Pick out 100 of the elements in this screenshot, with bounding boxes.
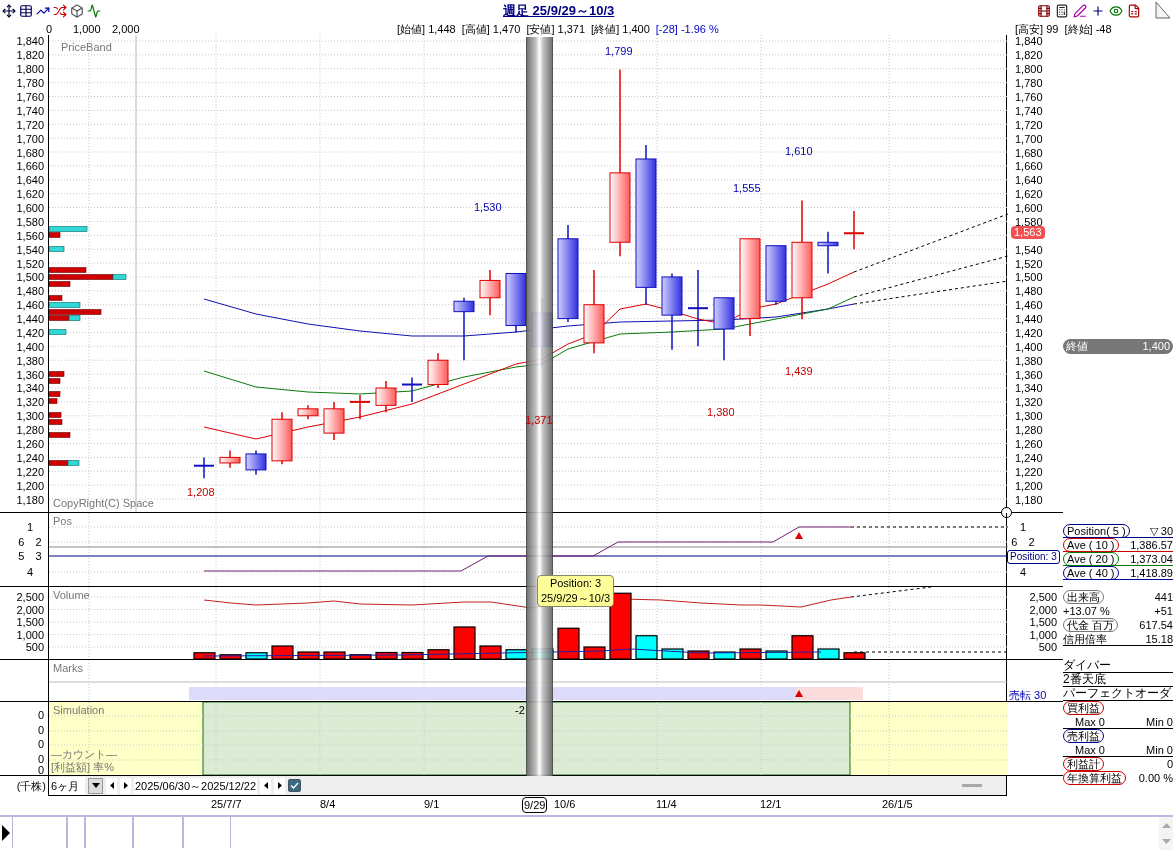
candlestick (271, 412, 293, 466)
page-corner-icon[interactable] (1155, 1, 1171, 19)
position-axis-label: 4 (25, 566, 35, 579)
checkbox[interactable] (288, 779, 302, 793)
line-chart-icon[interactable] (87, 3, 101, 18)
position-axis-label: 1 (25, 521, 35, 534)
signal-label: 売転 30 (1009, 688, 1047, 704)
price-axis-label: 1,680 (16, 146, 44, 159)
candlestick (297, 405, 319, 421)
min-value: Min 0 (1146, 715, 1173, 729)
candlestick (219, 450, 241, 470)
next-button[interactable] (274, 778, 286, 794)
quote-value: [高値] 1,470 (461, 21, 521, 36)
date-label[interactable]: 12/1 (760, 797, 782, 812)
close-value: 1,400 (1142, 339, 1170, 355)
price-axis-label: 1,740 (16, 104, 44, 117)
price-band-bar (49, 246, 65, 253)
volume-axis-label: 2,000 (16, 604, 44, 616)
pen-icon[interactable] (1073, 3, 1087, 18)
average-value: 1,386.57 (1130, 537, 1173, 553)
price-axis-label: 1,380 (1015, 354, 1043, 367)
price-axis-label: 1,520 (1015, 257, 1043, 270)
price-axis-label: 1,840 (1015, 35, 1043, 48)
price-axis-label: 1,760 (16, 91, 44, 103)
candlestick (427, 353, 449, 390)
chart-title: 週足 25/9/29～10/3 (503, 2, 615, 21)
date-label[interactable]: 9/29 (522, 797, 548, 814)
candlestick (817, 231, 839, 275)
left-arrow-icon (263, 782, 268, 790)
max-value: Max 0 (1075, 715, 1105, 729)
price-annotation: 1,208 (187, 486, 215, 499)
price-axis-label: 1,780 (1015, 77, 1043, 90)
price-annotation: 1,380 (707, 406, 735, 419)
date-label[interactable]: 11/4 (656, 797, 677, 812)
play-icon[interactable] (0, 823, 12, 844)
check-icon (290, 782, 300, 790)
date-label[interactable]: 10/6 (554, 797, 576, 812)
calculator-icon[interactable] (1055, 3, 1069, 18)
position-tag: Position: 3 (1007, 550, 1060, 565)
date-label[interactable]: 8/4 (320, 797, 336, 812)
previous-button[interactable] (106, 778, 117, 794)
signal-item: パーフェクトオーダ (1063, 687, 1173, 702)
signal-item: 2番天底 (1063, 673, 1173, 688)
move-icon[interactable] (2, 3, 16, 18)
panel-label: Simulation (53, 703, 105, 719)
table-icon[interactable] (19, 3, 33, 18)
date-label[interactable]: 25/7/7 (211, 797, 242, 812)
scroll-thumb[interactable] (962, 784, 982, 788)
stat-value: 15.18 (1145, 631, 1173, 647)
price-axis-label: 1,300 (1015, 410, 1043, 423)
position-axis-label: 6 2 (1010, 536, 1036, 549)
film-icon[interactable] (1037, 3, 1051, 18)
shuffle-icon[interactable] (53, 3, 67, 18)
eye-icon[interactable] (1109, 3, 1123, 18)
date-range: 2025/06/30～2025/12/22 (134, 777, 258, 795)
cube-icon[interactable] (70, 3, 84, 18)
price-axis-label: 1,540 (1015, 243, 1043, 256)
price-axis-label: 1,820 (16, 49, 44, 62)
price-axis-label: 1,400 (1015, 340, 1043, 353)
price-axis-label: 1,220 (1015, 465, 1043, 478)
price-axis-label: 1,260 (1015, 438, 1043, 450)
price-axis-label: 1,760 (1015, 91, 1043, 103)
volume-axis-label: 2,500 (1029, 591, 1057, 604)
next-button[interactable] (120, 778, 131, 794)
simulation-axis-label: 0 (37, 709, 44, 722)
price-axis-label: 1,280 (16, 424, 44, 437)
stat-label: +13.07 % (1063, 604, 1110, 620)
volume-axis-label: 1,500 (1029, 616, 1057, 629)
price-annotation: 1,610 (785, 145, 813, 158)
dropdown-button[interactable] (88, 778, 103, 794)
price-annotation: 1,439 (785, 365, 813, 378)
profit-value: 0.00 % (1138, 771, 1173, 787)
candlestick (349, 394, 371, 421)
report-icon[interactable] (1127, 3, 1141, 18)
crosshair-icon[interactable] (1091, 3, 1105, 18)
date-label[interactable]: 9/1 (424, 797, 440, 812)
price-axis-label: 1,520 (16, 257, 44, 270)
price-axis-label: 1,240 (1015, 451, 1043, 464)
price-axis-label: 1,780 (16, 77, 44, 90)
price-axis-label: 1,600 (16, 202, 44, 215)
period-select[interactable]: 6ヶ月 (49, 777, 85, 795)
signal-item: ダイバー (1063, 659, 1173, 674)
caret-icon (91, 783, 100, 789)
chart-label: PriceBand (61, 40, 112, 56)
price-axis-label: 1,240 (16, 451, 44, 464)
date-label[interactable]: 26/1/5 (882, 797, 913, 812)
candlestick (401, 377, 423, 404)
price-axis-label: 1,440 (16, 313, 44, 326)
scroll-handle-icon[interactable] (1001, 507, 1012, 519)
band-axis-label: 1,000 (73, 21, 101, 36)
candlestick (453, 297, 475, 362)
range-info: [高安] 99 [終始] -48 (1015, 21, 1112, 36)
price-axis-label: 1,700 (1015, 132, 1043, 145)
previous-button[interactable] (260, 778, 272, 794)
price-axis-label: 1,360 (16, 368, 44, 381)
min-value: Min 0 (1146, 743, 1173, 757)
price-axis-label: 1,180 (1015, 493, 1043, 506)
price-axis-label: 1,380 (16, 354, 44, 367)
price-axis-label: 1,800 (1015, 63, 1043, 76)
simulation-marker: -2 (515, 703, 525, 719)
